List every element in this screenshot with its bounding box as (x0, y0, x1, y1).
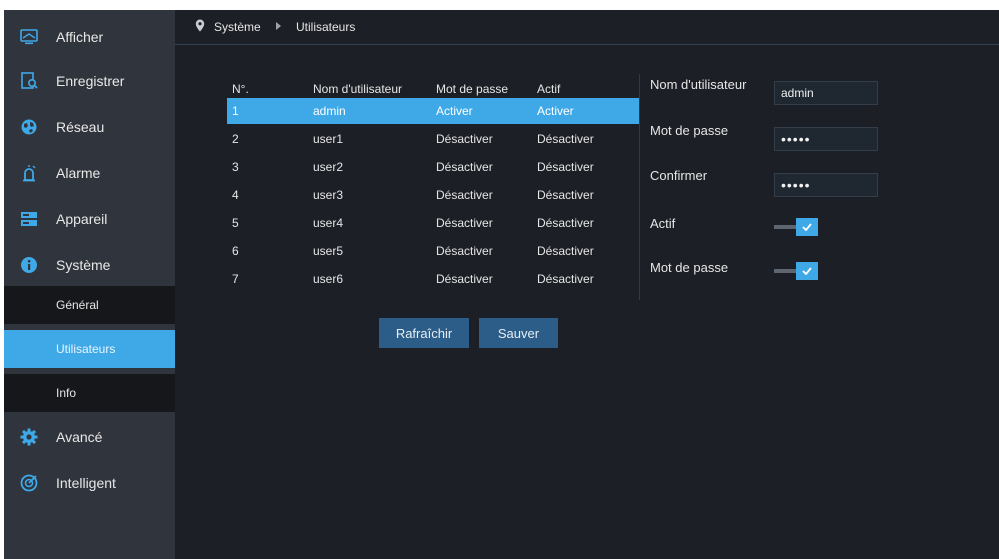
sidebar-item-reseau[interactable]: Réseau (4, 106, 175, 148)
row-number: 1 (232, 104, 239, 118)
column-header-active: Actif (537, 82, 561, 96)
breadcrumb: Système Utilisateurs (175, 10, 999, 45)
sidebar-item-label: Intelligent (56, 475, 116, 491)
network-globe-icon (20, 118, 38, 136)
table-row[interactable]: 4 user3 Désactiver Désactiver (227, 182, 640, 208)
table-row[interactable]: 6 user5 Désactiver Désactiver (227, 238, 640, 264)
sidebar-item-avance[interactable]: Avancé (4, 416, 175, 458)
row-number: 5 (232, 216, 239, 230)
row-number: 2 (232, 132, 239, 146)
sidebar-item-label: Système (56, 257, 111, 273)
sidebar-item-label: Afficher (56, 29, 104, 45)
monitor-icon (20, 28, 38, 46)
sidebar-item-enregistrer[interactable]: Enregistrer (4, 60, 175, 102)
sidebar-item-label: Réseau (56, 119, 105, 135)
row-username: user6 (313, 272, 344, 286)
panel-divider (639, 74, 640, 300)
breadcrumb-arrow-icon (276, 22, 281, 30)
sidebar-item-appareil[interactable]: Appareil (4, 198, 175, 240)
table-row[interactable]: 5 user4 Désactiver Désactiver (227, 210, 640, 236)
row-password-status: Désactiver (436, 272, 493, 286)
confirm-label: Confirmer (650, 168, 708, 183)
checkmark-icon (796, 218, 818, 236)
sidebar-subitem-label: Info (56, 386, 77, 400)
refresh-button[interactable]: Rafraîchir (379, 318, 469, 348)
row-password-status: Désactiver (436, 132, 493, 146)
alarm-siren-icon (20, 164, 38, 182)
sidebar-subitem-label: Utilisateurs (56, 342, 116, 356)
row-number: 7 (232, 272, 239, 286)
breadcrumb-current: Utilisateurs (296, 20, 356, 34)
column-header-number: N°. (232, 82, 249, 96)
sidebar-subitem-general[interactable]: Général (4, 286, 175, 324)
sidebar-item-label: Enregistrer (56, 73, 125, 89)
sidebar-item-label: Avancé (56, 429, 103, 445)
row-active-status: Désactiver (537, 132, 594, 146)
row-username: admin (313, 104, 346, 118)
active-label: Actif (650, 216, 676, 231)
row-username: user3 (313, 188, 344, 202)
row-username: user1 (313, 132, 344, 146)
row-number: 6 (232, 244, 239, 258)
row-active-status: Activer (537, 104, 574, 118)
password-label: Mot de passe (650, 123, 729, 138)
intelligent-analytics-icon (20, 474, 38, 492)
row-username: user2 (313, 160, 344, 174)
row-password-status: Désactiver (436, 244, 493, 258)
sidebar-item-systeme[interactable]: Système (4, 244, 175, 286)
username-field[interactable] (774, 81, 878, 105)
row-active-status: Désactiver (537, 160, 594, 174)
device-storage-icon (20, 210, 38, 228)
table-row[interactable]: 3 user2 Désactiver Désactiver (227, 154, 640, 180)
table-row[interactable]: 7 user6 Désactiver Désactiver (227, 266, 640, 292)
row-username: user4 (313, 216, 344, 230)
sidebar: Afficher Enregistrer Réseau Alarme Appar… (4, 10, 175, 559)
sidebar-item-intelligent[interactable]: Intelligent (4, 462, 175, 504)
gear-icon (20, 428, 38, 446)
password-toggle-label: Mot de passe (650, 260, 729, 275)
row-password-status: Désactiver (436, 188, 493, 202)
table-row[interactable]: 1 admin Activer Activer (227, 98, 640, 124)
row-number: 4 (232, 188, 239, 202)
password-field[interactable] (774, 127, 878, 151)
confirm-password-field[interactable] (774, 173, 878, 197)
column-header-password: Mot de passe (436, 82, 509, 96)
sidebar-subitem-info[interactable]: Info (4, 374, 175, 412)
row-number: 3 (232, 160, 239, 174)
sidebar-item-label: Alarme (56, 165, 101, 181)
username-label: Nom d'utilisateur (650, 77, 747, 92)
column-header-username: Nom d'utilisateur (313, 82, 402, 96)
row-active-status: Désactiver (537, 188, 594, 202)
sidebar-item-afficher[interactable]: Afficher (4, 16, 175, 58)
row-active-status: Désactiver (537, 216, 594, 230)
active-toggle[interactable] (774, 218, 822, 236)
row-password-status: Activer (436, 104, 473, 118)
row-active-status: Désactiver (537, 272, 594, 286)
save-button[interactable]: Sauver (479, 318, 558, 348)
sidebar-subitem-label: Général (56, 298, 99, 312)
row-password-status: Désactiver (436, 160, 493, 174)
table-row[interactable]: 2 user1 Désactiver Désactiver (227, 126, 640, 152)
sidebar-subitem-utilisateurs[interactable]: Utilisateurs (4, 330, 175, 368)
row-active-status: Désactiver (537, 244, 594, 258)
breadcrumb-root[interactable]: Système (214, 20, 261, 34)
row-password-status: Désactiver (436, 216, 493, 230)
sidebar-item-alarme[interactable]: Alarme (4, 152, 175, 194)
sidebar-item-label: Appareil (56, 211, 108, 227)
info-icon (20, 256, 38, 274)
app-window: Afficher Enregistrer Réseau Alarme Appar… (4, 10, 999, 559)
checkmark-icon (796, 262, 818, 280)
password-toggle[interactable] (774, 262, 822, 280)
row-username: user5 (313, 244, 344, 258)
recording-search-icon (20, 72, 38, 90)
location-pin-icon (195, 19, 205, 35)
